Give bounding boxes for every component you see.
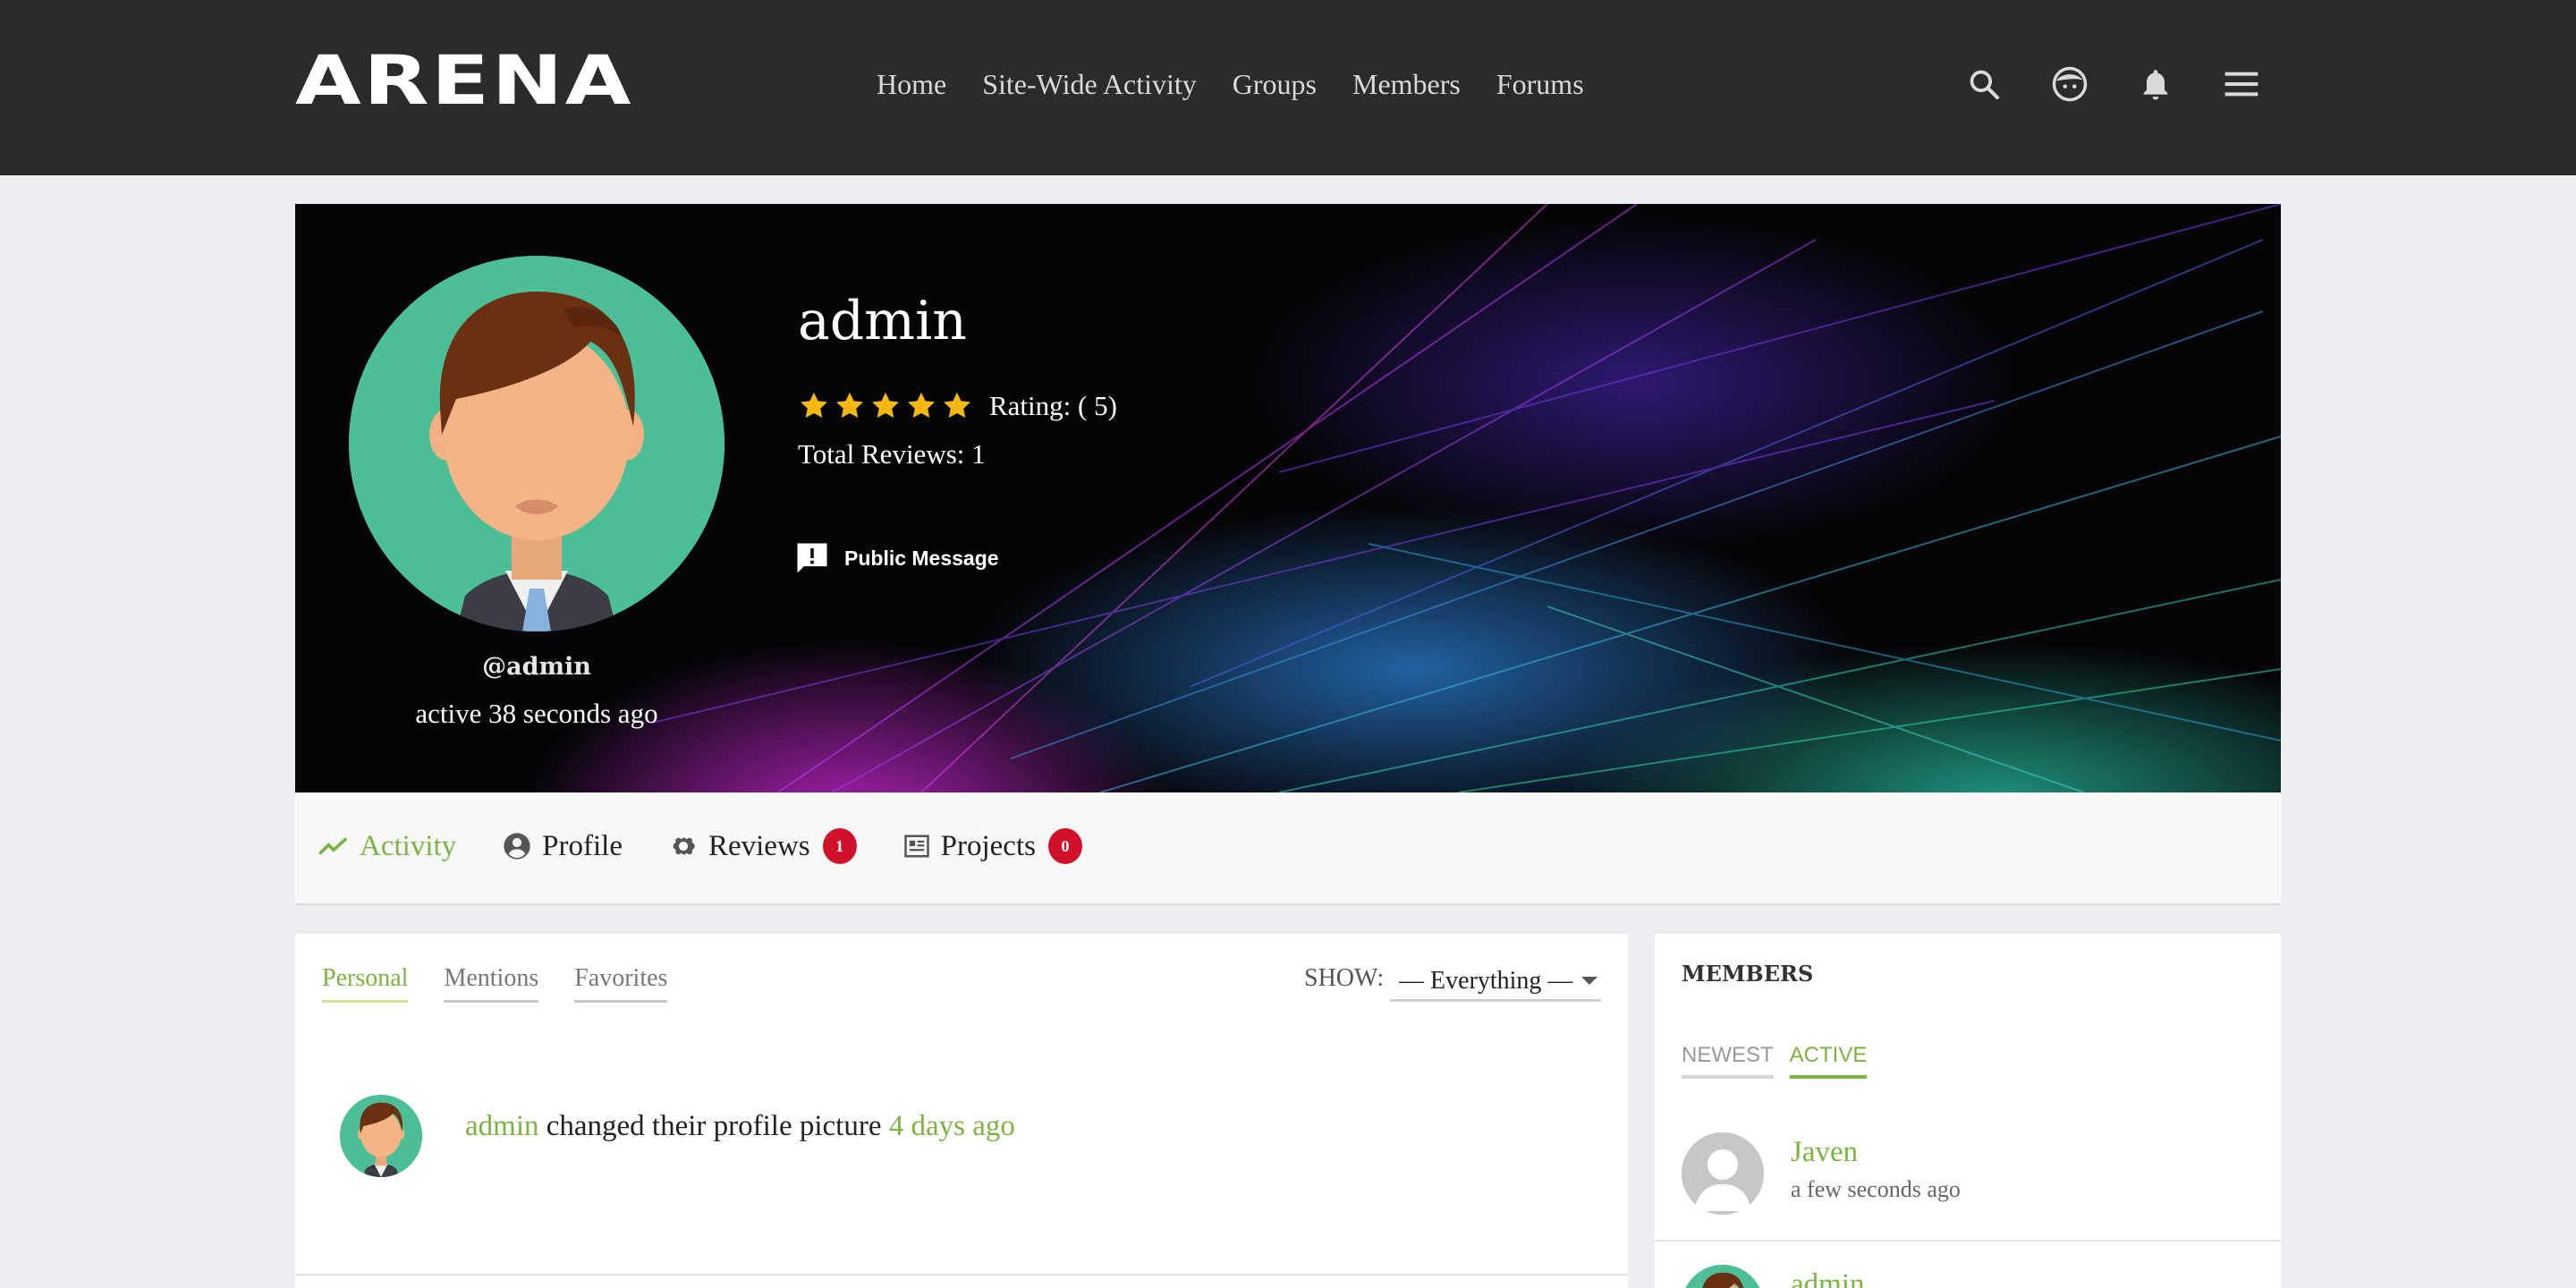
activity-avatar[interactable] xyxy=(340,1095,422,1177)
members-tab-newest[interactable]: NEWEST xyxy=(1682,1043,1774,1079)
subtab-mentions[interactable]: Mentions xyxy=(444,964,539,1003)
member-avatar[interactable] xyxy=(1682,1265,1764,1288)
gear-icon xyxy=(673,837,695,855)
default-user-icon xyxy=(1682,1132,1764,1215)
divider xyxy=(295,1274,1628,1275)
tab-activity[interactable]: Activity xyxy=(318,830,456,863)
tab-projects-label: Projects xyxy=(940,829,1036,862)
message-alert-icon xyxy=(797,543,827,573)
star-icon xyxy=(836,392,863,419)
member-name-link[interactable]: admin xyxy=(1791,1268,1864,1288)
public-message-label: Public Message xyxy=(844,546,999,570)
tab-profile[interactable]: Profile xyxy=(503,830,623,863)
avatar-man-icon xyxy=(340,1095,422,1177)
nav-groups[interactable]: Groups xyxy=(1233,63,1317,106)
show-filter-value: — Everything — xyxy=(1399,966,1573,995)
user-face-icon[interactable] xyxy=(2050,63,2089,106)
top-navigation-bar: ARENA Home Site-Wide Activity Groups Mem… xyxy=(0,0,2576,175)
profile-handle: @admin xyxy=(482,653,591,681)
tab-profile-label: Profile xyxy=(542,829,623,862)
user-circle-icon xyxy=(504,833,530,860)
activity-subtabs: Personal Mentions Favorites xyxy=(322,964,668,1003)
public-message-button[interactable]: Public Message xyxy=(792,538,999,578)
site-logo[interactable]: ARENA xyxy=(295,48,635,111)
tab-reviews[interactable]: Reviews 1 xyxy=(669,828,857,864)
activity-panel: Personal Mentions Favorites SHOW: — Ever… xyxy=(295,934,1628,1288)
nav-members[interactable]: Members xyxy=(1352,63,1461,106)
star-icon xyxy=(944,392,970,419)
activity-actor-link[interactable]: admin xyxy=(465,1110,538,1142)
divider xyxy=(1655,1240,2281,1241)
rating-row: Rating: ( 5) xyxy=(798,390,1117,422)
nav-forums[interactable]: Forums xyxy=(1496,63,1584,106)
star-icon xyxy=(872,392,899,419)
star-icon xyxy=(908,392,935,419)
member-last-active: a few seconds ago xyxy=(1791,1176,1961,1202)
header-icons xyxy=(1964,63,2261,106)
activity-time-link[interactable]: 4 days ago xyxy=(889,1110,1015,1142)
nav-site-wide-activity[interactable]: Site-Wide Activity xyxy=(982,63,1197,106)
svg-text:ARENA: ARENA xyxy=(295,48,633,111)
last-active-status: active 38 seconds ago xyxy=(415,698,658,729)
nav-home[interactable]: Home xyxy=(877,63,946,106)
tab-projects[interactable]: Projects 0 xyxy=(903,828,1082,864)
projects-icon xyxy=(903,835,929,858)
tab-activity-label: Activity xyxy=(360,829,457,862)
trending-up-icon xyxy=(318,837,348,855)
logo-icon: ARENA xyxy=(295,48,633,111)
members-widget-title: MEMBERS xyxy=(1682,961,1814,987)
profile-cover: @admin active 38 seconds ago admin Ratin… xyxy=(295,204,2281,792)
reviews-count-badge: 1 xyxy=(822,828,857,864)
member-list-item: admin xyxy=(1682,1265,1864,1288)
projects-count-badge: 0 xyxy=(1047,828,1082,864)
profile-avatar[interactable] xyxy=(349,256,724,631)
main-nav: Home Site-Wide Activity Groups Members F… xyxy=(877,63,1584,106)
bell-icon[interactable] xyxy=(2136,63,2175,106)
subtab-favorites[interactable]: Favorites xyxy=(574,964,668,1003)
star-icon xyxy=(801,392,827,419)
menu-icon[interactable] xyxy=(2222,63,2261,106)
rating-stars xyxy=(798,390,973,422)
avatar-man-icon xyxy=(1682,1265,1764,1288)
activity-text: admin changed their profile picture 4 da… xyxy=(465,1110,1015,1143)
chevron-down-icon xyxy=(1581,977,1598,985)
activity-action: changed their profile picture xyxy=(538,1109,889,1142)
activity-item: admin changed their profile picture 4 da… xyxy=(340,1095,1015,1177)
show-filter-label: SHOW: xyxy=(1304,964,1385,992)
show-filter-select[interactable]: — Everything — xyxy=(1390,962,1601,1002)
member-name-link[interactable]: Javen xyxy=(1791,1136,1961,1169)
profile-name: admin xyxy=(798,290,967,352)
members-tab-active[interactable]: ACTIVE xyxy=(1789,1043,1868,1079)
rating-label: Rating: ( 5) xyxy=(989,390,1117,421)
search-icon[interactable] xyxy=(1964,63,2004,106)
member-list-item: Javen a few seconds ago xyxy=(1682,1132,1961,1215)
member-avatar[interactable] xyxy=(1682,1132,1764,1215)
members-widget-tabs: NEWEST ACTIVE xyxy=(1682,1043,1868,1079)
tab-reviews-label: Reviews xyxy=(708,829,810,862)
profile-tabs-bar: Activity Profile Reviews 1 Projects 0 xyxy=(295,792,2281,905)
avatar-man-icon xyxy=(349,256,724,631)
total-reviews: Total Reviews: 1 xyxy=(798,438,986,470)
members-widget: MEMBERS NEWEST ACTIVE Javen a few second… xyxy=(1655,934,2281,1288)
subtab-personal[interactable]: Personal xyxy=(322,964,409,1003)
